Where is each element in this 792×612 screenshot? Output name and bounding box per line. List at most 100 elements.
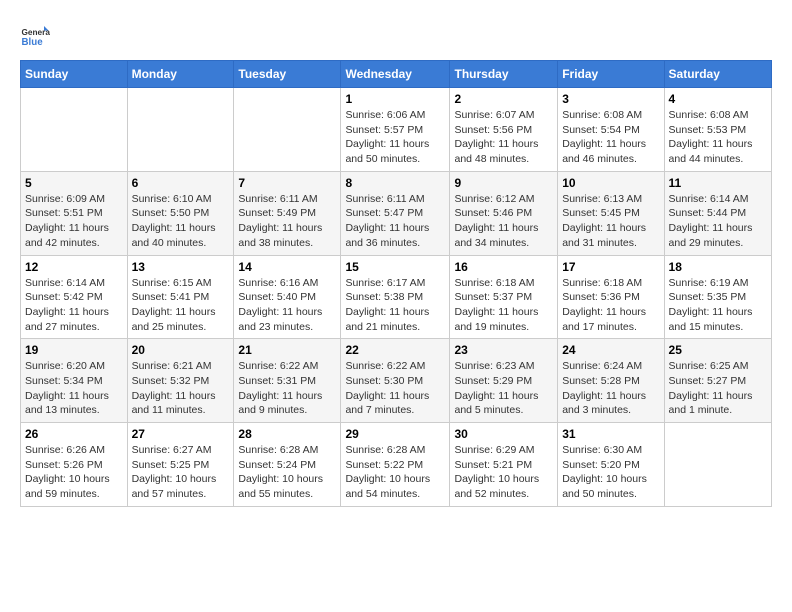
calendar-day-cell: 23 Sunrise: 6:23 AMSunset: 5:29 PMDayligh… (450, 339, 558, 423)
day-number: 1 (345, 92, 445, 106)
day-info: Sunrise: 6:08 AMSunset: 5:53 PMDaylight:… (669, 108, 767, 167)
calendar-day-cell: 9 Sunrise: 6:12 AMSunset: 5:46 PMDaylight… (450, 171, 558, 255)
calendar-day-cell: 4Sunrise: 6:08 AMSunset: 5:53 PMDaylight… (664, 88, 771, 172)
day-info: Sunrise: 6:28 AMSunset: 5:22 PMDaylight:… (345, 443, 445, 502)
day-info: Sunrise: 6:23 AMSunset: 5:29 PMDaylight:… (454, 359, 553, 418)
day-number: 22 (345, 343, 445, 357)
calendar-day-cell: 27Sunrise: 6:27 AMSunset: 5:25 PMDayligh… (127, 423, 234, 507)
day-number: 18 (669, 260, 767, 274)
calendar-week-row: 1 Sunrise: 6:06 AMSunset: 5:57 PMDaylight… (21, 88, 772, 172)
day-number: 29 (345, 427, 445, 441)
calendar-day-cell: 30 Sunrise: 6:29 AMSunset: 5:21 PMDayligh… (450, 423, 558, 507)
day-number: 6 (132, 176, 230, 190)
day-number: 14 (238, 260, 336, 274)
calendar-day-cell: 19 Sunrise: 6:20 AMSunset: 5:34 PMDayligh… (21, 339, 128, 423)
day-info: Sunrise: 6:22 AMSunset: 5:30 PMDaylight:… (345, 359, 445, 418)
day-of-week-header: Sunday (21, 61, 128, 88)
page-header: General Blue (20, 20, 772, 50)
day-number: 2 (454, 92, 553, 106)
calendar-day-cell: 24Sunrise: 6:24 AMSunset: 5:28 PMDayligh… (558, 339, 664, 423)
calendar-day-cell: 31 Sunrise: 6:30 AMSunset: 5:20 PMDayligh… (558, 423, 664, 507)
day-of-week-header: Monday (127, 61, 234, 88)
day-info: Sunrise: 6:14 AMSunset: 5:44 PMDaylight:… (669, 192, 767, 251)
day-info: Sunrise: 6:19 AMSunset: 5:35 PMDaylight:… (669, 276, 767, 335)
calendar-week-row: 12Sunrise: 6:14 AMSunset: 5:42 PMDayligh… (21, 255, 772, 339)
day-number: 8 (345, 176, 445, 190)
day-info: Sunrise: 6:22 AMSunset: 5:31 PMDaylight:… (238, 359, 336, 418)
day-info: Sunrise: 6:21 AMSunset: 5:32 PMDaylight:… (132, 359, 230, 418)
calendar-day-cell: 22 Sunrise: 6:22 AMSunset: 5:30 PMDayligh… (341, 339, 450, 423)
calendar-day-cell: 20 Sunrise: 6:21 AMSunset: 5:32 PMDayligh… (127, 339, 234, 423)
calendar-table: SundayMondayTuesdayWednesdayThursdayFrid… (20, 60, 772, 507)
calendar-day-cell: 17 Sunrise: 6:18 AMSunset: 5:36 PMDayligh… (558, 255, 664, 339)
day-number: 10 (562, 176, 659, 190)
logo: General Blue (20, 20, 57, 50)
calendar-day-cell: 21 Sunrise: 6:22 AMSunset: 5:31 PMDayligh… (234, 339, 341, 423)
day-info: Sunrise: 6:13 AMSunset: 5:45 PMDaylight:… (562, 192, 659, 251)
day-info: Sunrise: 6:08 AMSunset: 5:54 PMDaylight:… (562, 108, 659, 167)
day-number: 12 (25, 260, 123, 274)
day-number: 13 (132, 260, 230, 274)
calendar-day-cell: 10 Sunrise: 6:13 AMSunset: 5:45 PMDayligh… (558, 171, 664, 255)
day-info: Sunrise: 6:25 AMSunset: 5:27 PMDaylight:… (669, 359, 767, 418)
calendar-week-row: 26 Sunrise: 6:26 AMSunset: 5:26 PMDayligh… (21, 423, 772, 507)
day-number: 20 (132, 343, 230, 357)
calendar-day-cell: 2Sunrise: 6:07 AMSunset: 5:56 PMDaylight… (450, 88, 558, 172)
day-of-week-header: Tuesday (234, 61, 341, 88)
svg-text:Blue: Blue (22, 37, 44, 48)
day-info: Sunrise: 6:15 AMSunset: 5:41 PMDaylight:… (132, 276, 230, 335)
day-info: Sunrise: 6:24 AMSunset: 5:28 PMDaylight:… (562, 359, 659, 418)
calendar-day-cell: 5Sunrise: 6:09 AMSunset: 5:51 PMDaylight… (21, 171, 128, 255)
calendar-day-cell (664, 423, 771, 507)
day-number: 26 (25, 427, 123, 441)
day-of-week-header: Friday (558, 61, 664, 88)
day-info: Sunrise: 6:11 AMSunset: 5:47 PMDaylight:… (345, 192, 445, 251)
calendar-day-cell: 14 Sunrise: 6:16 AMSunset: 5:40 PMDayligh… (234, 255, 341, 339)
calendar-day-cell: 28 Sunrise: 6:28 AMSunset: 5:24 PMDayligh… (234, 423, 341, 507)
day-number: 25 (669, 343, 767, 357)
day-number: 17 (562, 260, 659, 274)
calendar-day-cell: 29 Sunrise: 6:28 AMSunset: 5:22 PMDayligh… (341, 423, 450, 507)
day-info: Sunrise: 6:18 AMSunset: 5:36 PMDaylight:… (562, 276, 659, 335)
day-info: Sunrise: 6:26 AMSunset: 5:26 PMDaylight:… (25, 443, 123, 502)
day-info: Sunrise: 6:12 AMSunset: 5:46 PMDaylight:… (454, 192, 553, 251)
calendar-day-cell: 12Sunrise: 6:14 AMSunset: 5:42 PMDayligh… (21, 255, 128, 339)
day-info: Sunrise: 6:28 AMSunset: 5:24 PMDaylight:… (238, 443, 336, 502)
calendar-day-cell: 16Sunrise: 6:18 AMSunset: 5:37 PMDayligh… (450, 255, 558, 339)
day-number: 31 (562, 427, 659, 441)
calendar-day-cell: 18 Sunrise: 6:19 AMSunset: 5:35 PMDayligh… (664, 255, 771, 339)
day-number: 21 (238, 343, 336, 357)
day-info: Sunrise: 6:18 AMSunset: 5:37 PMDaylight:… (454, 276, 553, 335)
day-info: Sunrise: 6:17 AMSunset: 5:38 PMDaylight:… (345, 276, 445, 335)
day-number: 27 (132, 427, 230, 441)
day-info: Sunrise: 6:16 AMSunset: 5:40 PMDaylight:… (238, 276, 336, 335)
day-number: 28 (238, 427, 336, 441)
calendar-day-cell (127, 88, 234, 172)
day-number: 19 (25, 343, 123, 357)
day-number: 11 (669, 176, 767, 190)
day-number: 3 (562, 92, 659, 106)
calendar-day-cell: 13 Sunrise: 6:15 AMSunset: 5:41 PMDayligh… (127, 255, 234, 339)
calendar-day-cell: 7Sunrise: 6:11 AMSunset: 5:49 PMDaylight… (234, 171, 341, 255)
day-info: Sunrise: 6:30 AMSunset: 5:20 PMDaylight:… (562, 443, 659, 502)
calendar-day-cell: 15 Sunrise: 6:17 AMSunset: 5:38 PMDayligh… (341, 255, 450, 339)
day-info: Sunrise: 6:10 AMSunset: 5:50 PMDaylight:… (132, 192, 230, 251)
day-info: Sunrise: 6:20 AMSunset: 5:34 PMDaylight:… (25, 359, 123, 418)
calendar-day-cell: 3 Sunrise: 6:08 AMSunset: 5:54 PMDaylight… (558, 88, 664, 172)
day-info: Sunrise: 6:29 AMSunset: 5:21 PMDaylight:… (454, 443, 553, 502)
day-number: 5 (25, 176, 123, 190)
day-info: Sunrise: 6:06 AMSunset: 5:57 PMDaylight:… (345, 108, 445, 167)
calendar-week-row: 5Sunrise: 6:09 AMSunset: 5:51 PMDaylight… (21, 171, 772, 255)
day-of-week-header: Wednesday (341, 61, 450, 88)
calendar-day-cell (234, 88, 341, 172)
day-number: 30 (454, 427, 553, 441)
calendar-day-cell (21, 88, 128, 172)
day-number: 15 (345, 260, 445, 274)
day-number: 23 (454, 343, 553, 357)
calendar-day-cell: 8 Sunrise: 6:11 AMSunset: 5:47 PMDaylight… (341, 171, 450, 255)
calendar-day-cell: 6 Sunrise: 6:10 AMSunset: 5:50 PMDaylight… (127, 171, 234, 255)
calendar-header-row: SundayMondayTuesdayWednesdayThursdayFrid… (21, 61, 772, 88)
calendar-day-cell: 1 Sunrise: 6:06 AMSunset: 5:57 PMDaylight… (341, 88, 450, 172)
day-number: 9 (454, 176, 553, 190)
day-info: Sunrise: 6:11 AMSunset: 5:49 PMDaylight:… (238, 192, 336, 251)
